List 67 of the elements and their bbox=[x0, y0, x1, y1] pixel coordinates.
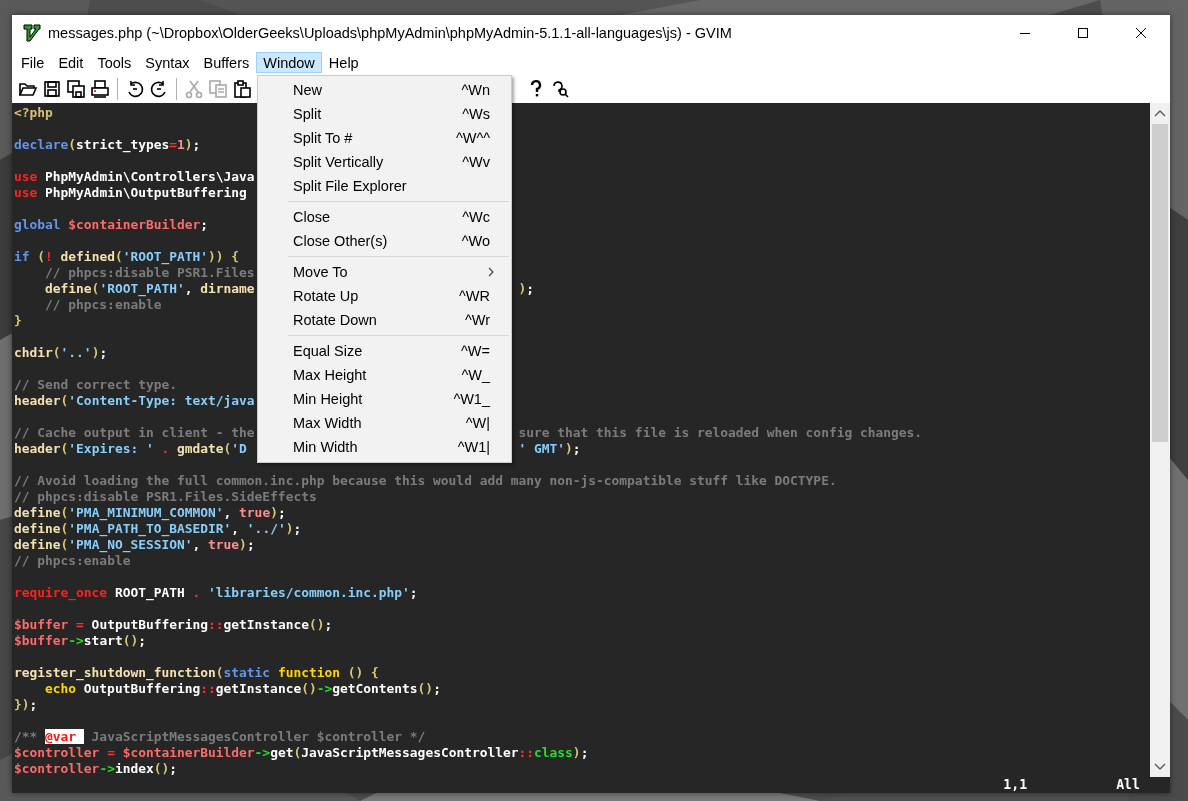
code-line: // phpcs:enable bbox=[45, 297, 162, 313]
code-line: use PhpMyAdmin\Controllers\Java bbox=[14, 169, 255, 185]
menu-item[interactable]: Syntax bbox=[138, 52, 197, 73]
code-line: // Avoid loading the full common.inc.php because this would add many non-js-compatible stuff like DOCTYPE. bbox=[14, 473, 837, 489]
code-line: } bbox=[14, 313, 22, 329]
code-line: use PhpMyAdmin\OutputBuffering bbox=[14, 185, 247, 201]
menu-entry[interactable]: Close Other(s) ^Wo bbox=[258, 229, 511, 253]
code-line: define('PMA_PATH_TO_BASEDIR', '../'); bbox=[14, 521, 302, 537]
menu-item[interactable]: Window bbox=[256, 52, 322, 73]
scroll-up-icon[interactable] bbox=[1154, 109, 1166, 117]
menu-item[interactable]: Edit bbox=[51, 52, 91, 73]
menu-entry[interactable]: Move To bbox=[258, 260, 511, 284]
window-title: messages.php (~\Dropbox\OlderGeeks\Uploads\phpMyAdmin\phpMyAdmin-5.1.1-all-languages\js) - GVIM bbox=[48, 24, 733, 41]
menu-item[interactable]: File bbox=[14, 52, 52, 73]
menu-entry[interactable]: Close ^Wc bbox=[258, 205, 511, 229]
code-line: ' GMT'); bbox=[518, 441, 581, 457]
menu-entry[interactable]: Max Width ^W| bbox=[258, 411, 511, 435]
code-line: $controller->index(); bbox=[14, 761, 177, 777]
code-line: define('PMA_MINIMUM_COMMON', true); bbox=[14, 505, 286, 521]
code-line: // Send correct type. bbox=[14, 377, 177, 393]
floppy-disks-icon[interactable] bbox=[64, 78, 88, 100]
code-line: echo OutputBuffering::getInstance()->getContents(); bbox=[45, 681, 441, 697]
menu-entry[interactable]: Min Height ^W1_ bbox=[258, 387, 511, 411]
code-line: sure that this file is reloaded when config changes. bbox=[518, 425, 923, 441]
maximize-icon[interactable] bbox=[1077, 26, 1089, 39]
code-line: $buffer = OutputBuffering::getInstance(); bbox=[14, 617, 333, 633]
code-line: // phpcs:disable PSR1.Files.SideEffects bbox=[14, 489, 317, 505]
code-line: if (! defined('ROOT_PATH')) { bbox=[14, 249, 240, 265]
menu-entry[interactable]: Split ^Ws bbox=[258, 102, 511, 126]
code-line: declare(strict_types=1); bbox=[14, 137, 201, 153]
scroll-position: All bbox=[1116, 777, 1140, 793]
menu-entry[interactable]: Split File Explorer bbox=[258, 174, 511, 198]
scroll-down-icon[interactable] bbox=[1154, 763, 1166, 771]
menu-entry[interactable]: New ^Wn bbox=[258, 78, 511, 102]
menu-entry[interactable]: Equal Size ^W= bbox=[258, 339, 511, 363]
code-line: ); bbox=[518, 281, 534, 297]
cursor-position: 1,1 bbox=[1003, 777, 1028, 793]
menu-entry[interactable]: Split Vertically ^Wv bbox=[258, 150, 511, 174]
code-line: header('Expires: ' . gmdate('D bbox=[14, 441, 247, 457]
printer-icon[interactable] bbox=[88, 78, 112, 100]
code-line: // Cache output in client - the bbox=[14, 425, 255, 441]
menu-item[interactable]: Tools bbox=[90, 52, 139, 73]
close-icon[interactable] bbox=[1135, 26, 1147, 39]
code-line: global $containerBuilder; bbox=[14, 217, 209, 233]
app-icon bbox=[22, 22, 42, 43]
scroll-thumb[interactable] bbox=[1152, 124, 1168, 442]
menu-item[interactable]: Buffers bbox=[196, 52, 257, 73]
code-line: header('Content-Type: text/java bbox=[14, 393, 255, 409]
menu-entry[interactable]: Rotate Down ^Wr bbox=[258, 308, 511, 332]
scrollbar[interactable] bbox=[1150, 103, 1170, 777]
code-line: define('ROOT_PATH', dirname bbox=[45, 281, 255, 297]
menu-entry[interactable]: Rotate Up ^WR bbox=[258, 284, 511, 308]
code-line: $buffer->start(); bbox=[14, 633, 146, 649]
code-line: chdir('..'); bbox=[14, 345, 108, 361]
code-line: // phpcs:enable bbox=[14, 553, 131, 569]
code-line: register_shutdown_function(static function () { bbox=[14, 665, 379, 681]
code-line: }); bbox=[14, 697, 38, 713]
code-line: /** @var JavaScriptMessagesController $controller */ bbox=[14, 729, 426, 745]
code-line: <?php bbox=[14, 105, 53, 121]
code-line: // phpcs:disable PSR1.Files bbox=[45, 265, 255, 281]
menu-entry[interactable]: Max Height ^W_ bbox=[258, 363, 511, 387]
menu-entry[interactable]: Split To # ^W^^ bbox=[258, 126, 511, 150]
code-line: $controller = $containerBuilder->get(JavaScriptMessagesController::class); bbox=[14, 745, 589, 761]
code-line: require_once ROOT_PATH . 'libraries/common.inc.php'; bbox=[14, 585, 418, 601]
menu-item[interactable]: Help bbox=[321, 52, 366, 73]
code-line: define('PMA_NO_SESSION', true); bbox=[14, 537, 255, 553]
menu-entry[interactable]: Min Width ^W1| bbox=[258, 435, 511, 459]
